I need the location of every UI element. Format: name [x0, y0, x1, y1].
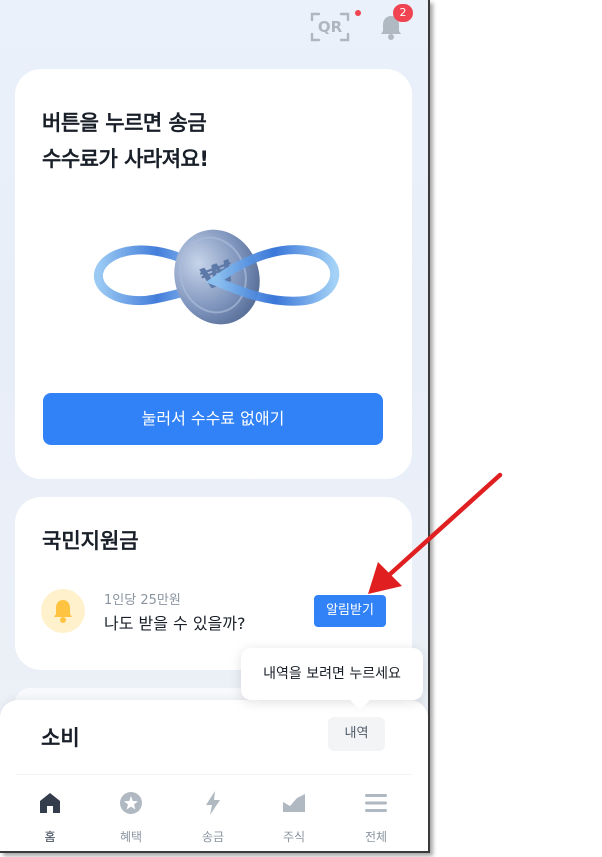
tab-transfer-label: 송금	[201, 830, 225, 844]
home-icon	[40, 793, 60, 813]
tab-all[interactable]: 전체	[346, 788, 406, 844]
yellow-bell-icon	[54, 600, 72, 623]
notification-badge: 2	[393, 4, 413, 22]
chart-icon	[283, 794, 305, 812]
bottom-tab-bar: 홈 혜택 송금 주식 전체	[0, 780, 428, 850]
tab-stocks-label: 주식	[282, 830, 306, 844]
history-tooltip: 내역을 보려면 누르세요	[241, 648, 423, 700]
coin-infinity-illustration: ₩	[93, 229, 340, 325]
divider	[15, 774, 412, 775]
qr-new-dot	[355, 10, 361, 16]
support-question: 나도 받을 수 있을까?	[104, 614, 246, 633]
support-bell-badge	[41, 589, 85, 633]
tab-home[interactable]: 홈	[20, 788, 80, 844]
fee-promo-card: 버튼을 누르면 송금 수수료가 사라져요! ₩ 눌러서 수수료 없애기	[15, 69, 412, 479]
tab-stocks[interactable]: 주식	[264, 788, 324, 844]
remove-fee-button[interactable]: 눌러서 수수료 없애기	[43, 393, 383, 445]
promo-title-line1: 버튼을 누르면 송금	[42, 111, 207, 135]
phone-screen: QR 2 버튼을 누르면 송금 수수료가 사라져요! ₩ 눌러서 수수료 없애기…	[0, 0, 430, 853]
tab-benefits-label: 혜택	[119, 830, 143, 844]
lightning-icon	[206, 791, 220, 815]
tab-all-label: 전체	[364, 830, 388, 844]
support-title: 국민지원금	[42, 529, 139, 553]
qr-button[interactable]: QR	[310, 12, 350, 42]
qr-label: QR	[317, 18, 343, 36]
support-subtitle: 1인당 25만원	[104, 593, 181, 608]
tab-transfer[interactable]: 송금	[183, 788, 243, 844]
menu-icon	[365, 794, 387, 812]
history-button[interactable]: 내역	[328, 717, 385, 751]
benefit-icon	[120, 792, 142, 814]
promo-title-line2: 수수료가 사라져요!	[42, 147, 209, 171]
promo-title: 버튼을 누르면 송금 수수료가 사라져요!	[42, 105, 342, 177]
get-notified-button[interactable]: 알림받기	[314, 595, 386, 627]
tab-benefits[interactable]: 혜택	[101, 788, 161, 844]
national-support-card: 국민지원금 1인당 25만원 나도 받을 수 있을까? 알림받기	[15, 497, 412, 670]
tab-home-label: 홈	[44, 830, 56, 844]
spending-title: 소비	[41, 726, 80, 750]
